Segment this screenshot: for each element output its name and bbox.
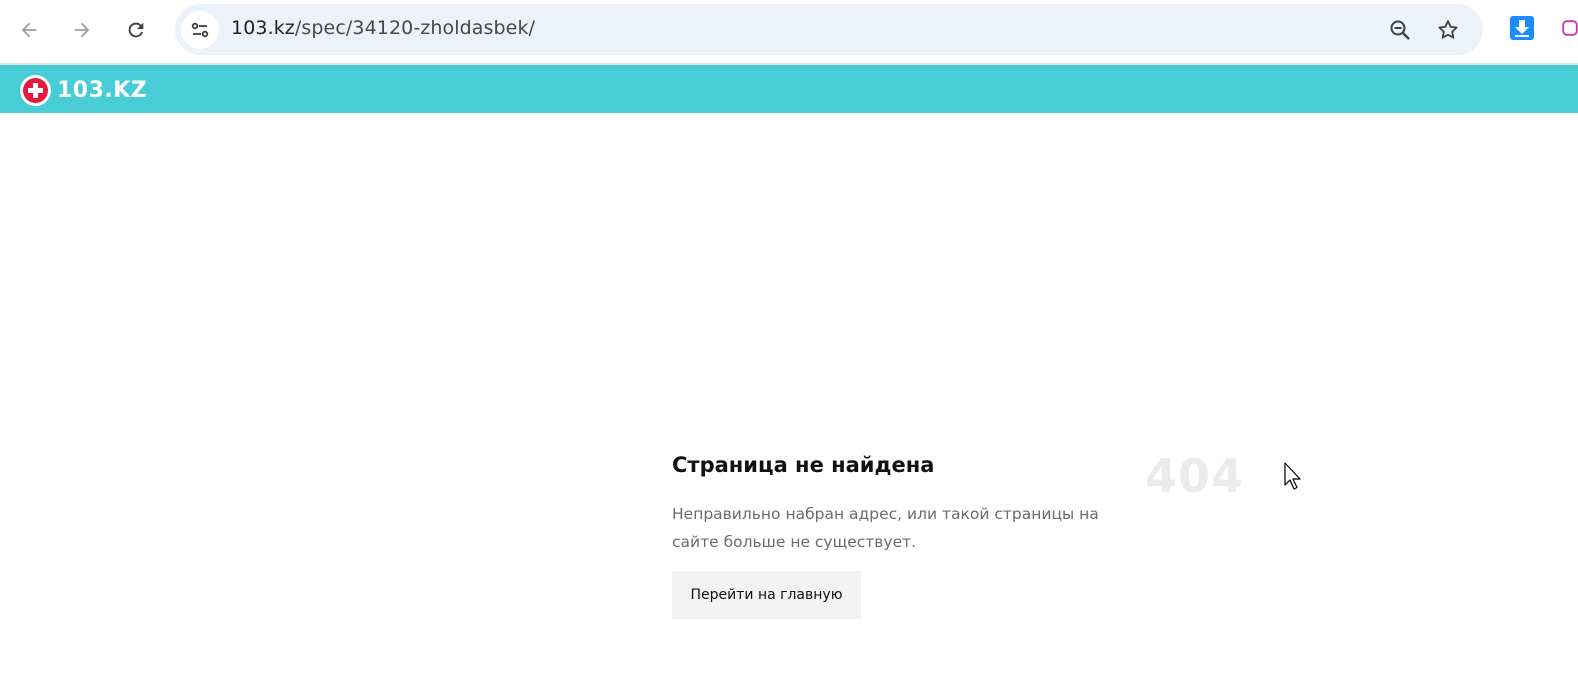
back-button[interactable] xyxy=(11,12,47,48)
site-info-button[interactable] xyxy=(181,11,219,49)
address-bar[interactable]: 103.kz/spec/34120-zholdasbek/ xyxy=(175,4,1483,55)
zoom-button[interactable] xyxy=(1386,16,1414,44)
forward-button[interactable] xyxy=(64,12,100,48)
page-title: Страница не найдена xyxy=(672,453,935,477)
bookmark-button[interactable] xyxy=(1434,16,1462,44)
download-extension-button[interactable] xyxy=(1508,14,1536,42)
arrow-right-icon xyxy=(74,22,90,38)
medical-cross-icon xyxy=(20,74,51,106)
reload-button[interactable] xyxy=(118,12,154,48)
site-logo[interactable]: 103.KZ xyxy=(20,74,147,106)
mouse-cursor-icon xyxy=(1284,462,1301,490)
site-header: 103.KZ xyxy=(0,65,1578,113)
url-text[interactable]: 103.kz/spec/34120-zholdasbek/ xyxy=(231,17,535,39)
logo-text: 103.KZ xyxy=(57,77,148,103)
error-description: Неправильно набран адрес, или такой стра… xyxy=(672,505,1099,551)
go-home-button[interactable]: Перейти на главную xyxy=(672,571,861,619)
extension-button[interactable] xyxy=(1562,14,1578,42)
extension-icon xyxy=(1562,20,1578,36)
error-code: 404 xyxy=(1145,449,1245,503)
browser-toolbar: 103.kz/spec/34120-zholdasbek/ xyxy=(0,0,1578,65)
error-message: Страница не найдена Неправильно набран а… xyxy=(672,450,1152,556)
tune-icon xyxy=(191,22,209,38)
zoom-out-icon xyxy=(1390,20,1410,40)
reload-icon xyxy=(128,22,144,38)
star-icon xyxy=(1438,20,1458,39)
arrow-left-icon xyxy=(21,22,37,38)
url-path: /spec/34120-zholdasbek/ xyxy=(294,17,536,39)
url-host: 103.kz xyxy=(231,17,295,39)
download-icon xyxy=(1510,16,1534,40)
